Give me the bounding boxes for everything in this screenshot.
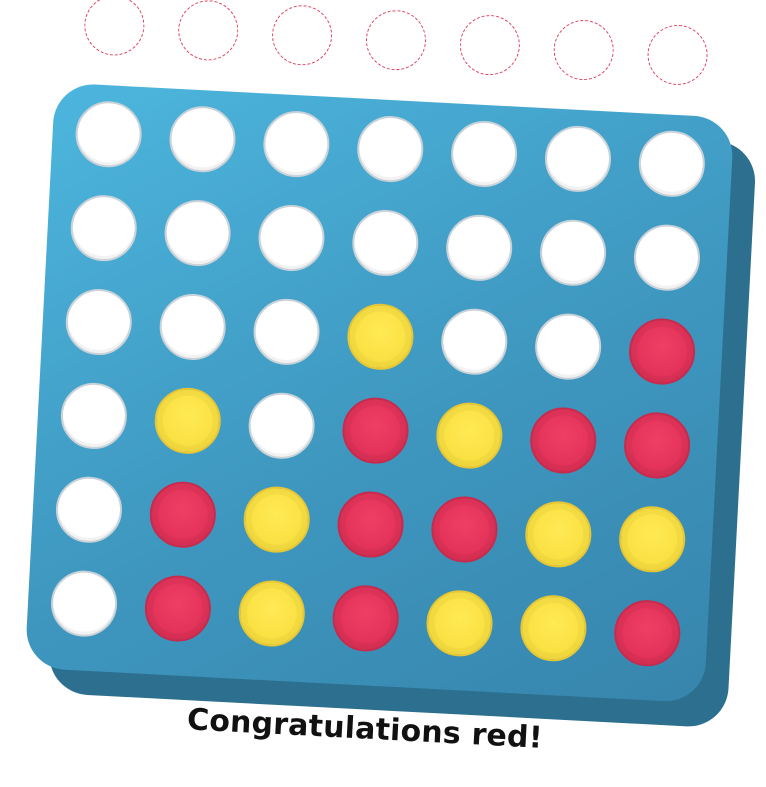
empty-cell-r5-c1[interactable] — [54, 475, 124, 545]
yellow-disc-r6-c3[interactable] — [237, 578, 307, 649]
empty-cell-r3-c3[interactable] — [251, 297, 322, 367]
empty-cell-r3-c2[interactable] — [157, 292, 228, 362]
drop-slot-column-7[interactable] — [646, 23, 710, 87]
drop-row — [21, 0, 766, 87]
empty-cell-r3-c5[interactable] — [439, 307, 509, 377]
empty-cell-r2-c7[interactable] — [632, 223, 702, 293]
red-disc-r3-c7[interactable] — [627, 316, 697, 387]
empty-cell-r2-c5[interactable] — [444, 213, 514, 283]
drop-slot-column-3[interactable] — [270, 3, 334, 67]
empty-cell-r1-c1[interactable] — [73, 99, 144, 169]
red-disc-r4-c4[interactable] — [340, 395, 411, 466]
empty-cell-r4-c1[interactable] — [59, 381, 129, 451]
red-disc-r5-c2[interactable] — [148, 480, 218, 550]
empty-cell-r1-c2[interactable] — [167, 104, 238, 174]
empty-cell-r6-c1[interactable] — [49, 568, 119, 639]
empty-cell-r1-c7[interactable] — [637, 129, 707, 199]
yellow-disc-r5-c7[interactable] — [617, 504, 687, 574]
empty-cell-r4-c3[interactable] — [246, 391, 317, 461]
empty-cell-r1-c4[interactable] — [355, 114, 425, 184]
empty-cell-r2-c2[interactable] — [162, 198, 233, 268]
empty-cell-r1-c3[interactable] — [261, 109, 332, 179]
yellow-disc-r4-c2[interactable] — [153, 386, 223, 456]
empty-cell-r2-c1[interactable] — [69, 193, 139, 263]
drop-slot-column-4[interactable] — [364, 8, 428, 72]
red-disc-r6-c4[interactable] — [330, 583, 401, 654]
empty-cell-r2-c3[interactable] — [256, 203, 327, 273]
yellow-disc-r3-c4[interactable] — [345, 302, 416, 372]
game-board — [24, 82, 735, 704]
empty-cell-r1-c5[interactable] — [449, 119, 519, 189]
yellow-disc-r6-c6[interactable] — [518, 593, 589, 663]
drop-slot-column-6[interactable] — [552, 18, 616, 82]
yellow-disc-r5-c6[interactable] — [523, 499, 593, 570]
red-disc-r5-c5[interactable] — [429, 494, 500, 565]
empty-cell-r2-c6[interactable] — [538, 218, 608, 288]
red-disc-r6-c7[interactable] — [612, 598, 682, 668]
empty-cell-r3-c1[interactable] — [64, 287, 134, 357]
empty-cell-r2-c4[interactable] — [350, 208, 421, 278]
yellow-disc-r5-c3[interactable] — [242, 484, 312, 555]
red-disc-r6-c2[interactable] — [143, 573, 213, 644]
empty-cell-r3-c6[interactable] — [533, 311, 603, 382]
drop-slot-column-5[interactable] — [458, 13, 522, 77]
red-disc-r5-c4[interactable] — [335, 489, 406, 560]
yellow-disc-r6-c5[interactable] — [424, 588, 495, 659]
drop-slot-column-2[interactable] — [176, 0, 240, 62]
empty-cell-r1-c6[interactable] — [543, 124, 613, 194]
red-disc-r4-c7[interactable] — [622, 410, 692, 481]
game-scene: Congratulations red! — [0, 0, 766, 787]
yellow-disc-r4-c5[interactable] — [434, 400, 505, 471]
red-disc-r4-c6[interactable] — [528, 405, 598, 476]
drop-slot-column-1[interactable] — [82, 0, 146, 57]
